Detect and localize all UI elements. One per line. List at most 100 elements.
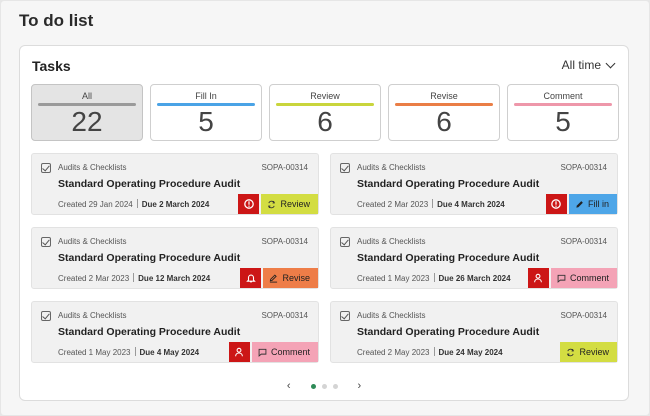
status-button[interactable]: Review [261, 194, 318, 214]
stat-count: 6 [317, 106, 333, 137]
task-category: Audits & Checklists [58, 311, 127, 320]
divider [432, 199, 434, 208]
task-dates: Created 1 May 2023 Due 26 March 2024 [357, 273, 511, 283]
stat-count: 6 [436, 106, 452, 137]
card-title: Tasks [32, 58, 71, 74]
task-card[interactable]: Audits & Checklists SOPA-00314 Standard Op… [31, 153, 319, 215]
next-page-button[interactable]: › [344, 380, 376, 392]
task-checkbox[interactable] [340, 311, 350, 321]
task-code: SOPA-00314 [261, 237, 308, 246]
task-dates: Created 29 Jan 2024 Due 2 March 2024 [58, 199, 209, 209]
status-button[interactable]: Fill in [568, 194, 617, 214]
comment-icon [258, 348, 267, 357]
period-label: All time [561, 58, 601, 72]
task-actions: Revise [240, 268, 318, 288]
task-category: Audits & Checklists [357, 163, 426, 172]
status-button[interactable]: Revise [263, 268, 318, 288]
task-name: Standard Operating Procedure Audit [357, 326, 540, 338]
task-actions: Review [558, 342, 617, 362]
page-dot[interactable] [310, 383, 316, 389]
status-label: Review [280, 199, 310, 209]
status-label: Revise [282, 273, 310, 283]
task-due: Due 26 March 2024 [438, 274, 511, 283]
task-card[interactable]: Audits & Checklists SOPA-00314 Standard Op… [330, 153, 618, 215]
review-icon [566, 348, 575, 357]
task-dates: Created 2 Mar 2023 Due 12 March 2024 [58, 273, 210, 283]
task-card[interactable]: Audits & Checklists SOPA-00314 Standard Op… [330, 301, 618, 363]
task-created: Created 2 Mar 2023 [357, 200, 429, 209]
pencil-icon [575, 200, 584, 209]
task-code: SOPA-00314 [560, 237, 607, 246]
stat-label: Revise [430, 91, 458, 101]
task-due: Due 12 March 2024 [138, 274, 211, 283]
divider [136, 199, 138, 208]
edit-icon [269, 273, 278, 283]
task-card[interactable]: Audits & Checklists SOPA-00314 Standard Op… [330, 227, 618, 289]
task-code: SOPA-00314 [560, 311, 607, 320]
stat-label: All [81, 91, 92, 101]
bell-icon[interactable] [240, 268, 262, 288]
task-category: Audits & Checklists [58, 163, 127, 172]
task-actions: Review [238, 194, 318, 214]
status-button[interactable]: Comment [550, 268, 617, 288]
pagination: ‹ › [20, 380, 628, 392]
stat-tile-all[interactable]: All 22 [31, 84, 143, 141]
divider [433, 347, 435, 356]
task-actions: Comment [527, 268, 617, 288]
stat-tile-review[interactable]: Review 6 [269, 84, 381, 141]
status-label: Fill in [587, 199, 609, 209]
task-category: Audits & Checklists [58, 237, 127, 246]
task-dates: Created 2 Mar 2023 Due 4 March 2024 [357, 199, 505, 209]
task-due: Due 24 May 2024 [438, 348, 503, 357]
task-code: SOPA-00314 [261, 163, 308, 172]
tasks-card: Tasks All time All 22 Fill In 5 Review 6 Revis… [19, 45, 629, 401]
task-created: Created 1 May 2023 [58, 348, 131, 357]
task-created: Created 1 May 2023 [357, 274, 430, 283]
task-actions: Comment [228, 342, 318, 362]
status-label: Comment [569, 273, 609, 283]
task-card[interactable]: Audits & Checklists SOPA-00314 Standard Op… [31, 227, 319, 289]
stat-label: Review [310, 91, 340, 101]
task-checkbox[interactable] [340, 163, 350, 173]
stat-tile-revise[interactable]: Revise 6 [388, 84, 500, 141]
task-checkbox[interactable] [41, 311, 51, 321]
task-due: Due 2 March 2024 [141, 200, 210, 209]
task-dates: Created 1 May 2023 Due 4 May 2024 [58, 347, 199, 357]
period-dropdown[interactable]: All time [561, 58, 616, 72]
task-checkbox[interactable] [340, 237, 350, 247]
task-name: Standard Operating Procedure Audit [357, 178, 540, 190]
page-dot[interactable] [332, 383, 338, 389]
task-category: Audits & Checklists [357, 311, 426, 320]
stat-label: Comment [543, 91, 583, 101]
status-button[interactable]: Review [560, 342, 617, 362]
task-checkbox[interactable] [41, 237, 51, 247]
stat-tile-fill-in[interactable]: Fill In 5 [150, 84, 262, 141]
task-card[interactable]: Audits & Checklists SOPA-00314 Standard Op… [31, 301, 319, 363]
task-code: SOPA-00314 [560, 163, 607, 172]
task-created: Created 2 May 2023 [357, 348, 430, 357]
comment-icon [557, 274, 566, 283]
alert-icon[interactable] [545, 194, 567, 214]
divider [433, 273, 435, 282]
task-due: Due 4 March 2024 [437, 200, 505, 209]
status-label: Comment [270, 347, 310, 357]
alert-icon[interactable] [238, 194, 260, 214]
stat-label: Fill In [195, 91, 217, 101]
task-created: Created 2 Mar 2023 [58, 274, 130, 283]
page-dots [310, 383, 338, 389]
status-button[interactable]: Comment [251, 342, 318, 362]
task-name: Standard Operating Procedure Audit [58, 326, 241, 338]
stat-count: 5 [555, 106, 571, 137]
status-filter-tiles: All 22 Fill In 5 Review 6 Revise 6 Comment 5 [31, 84, 619, 141]
page-title: To do list [19, 11, 94, 30]
stat-tile-comment[interactable]: Comment 5 [507, 84, 619, 141]
user-icon[interactable] [228, 342, 250, 362]
status-label: Review [579, 347, 609, 357]
task-checkbox[interactable] [41, 163, 51, 173]
user-icon[interactable] [527, 268, 549, 288]
review-icon [267, 200, 276, 209]
task-code: SOPA-00314 [261, 311, 308, 320]
task-due: Due 4 May 2024 [139, 348, 200, 357]
page-dot[interactable] [321, 383, 327, 389]
prev-page-button[interactable]: ‹ [273, 380, 305, 392]
